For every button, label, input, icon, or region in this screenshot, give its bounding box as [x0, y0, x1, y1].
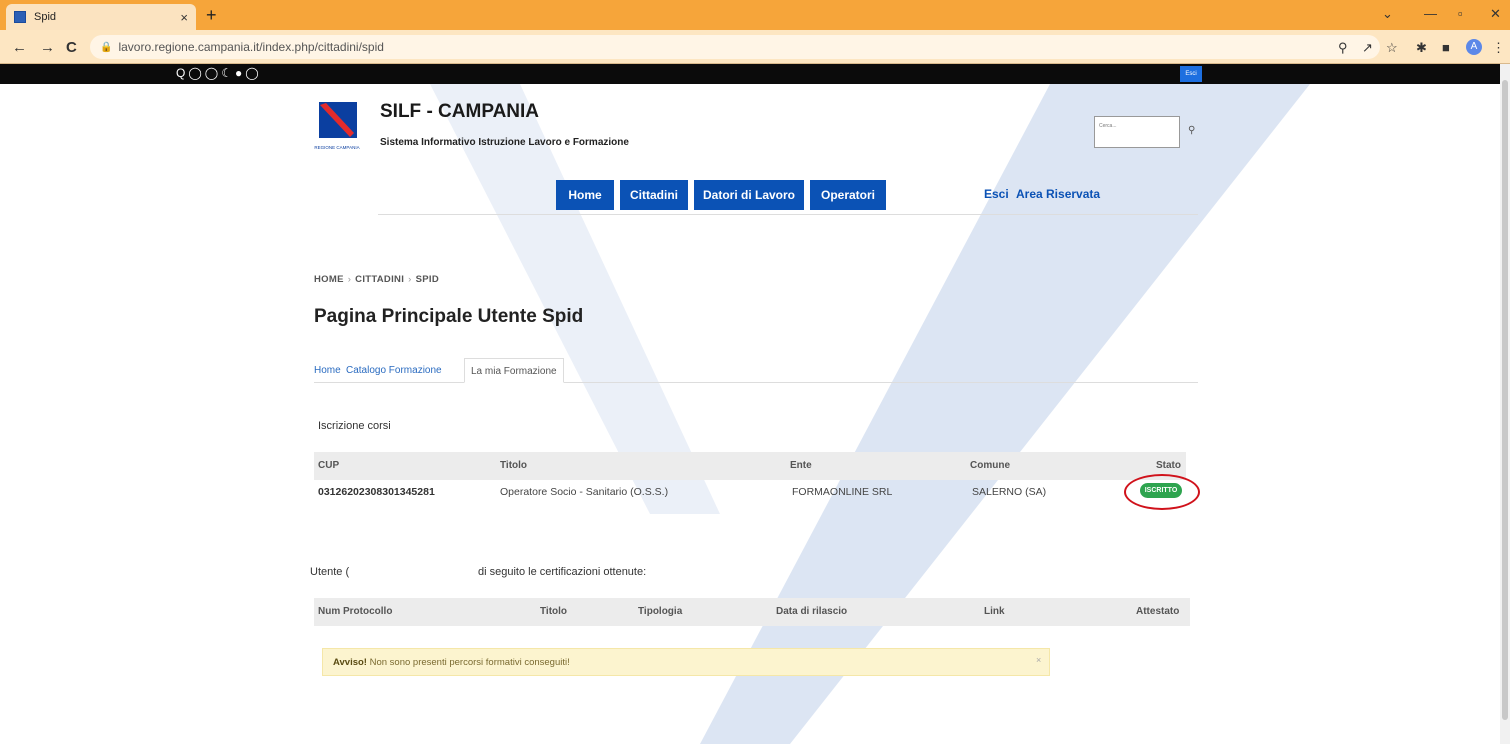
nav-home-button[interactable]: Home	[556, 180, 614, 210]
breadcrumb-cittadini[interactable]: CITTADINI	[355, 274, 404, 285]
share-icon[interactable]: ↗	[1362, 40, 1373, 56]
main-navigation: Home Cittadini Datori di Lavoro Operator…	[556, 180, 892, 210]
tab-search-icon[interactable]: ⌄	[1382, 6, 1393, 22]
column-header-link: Link	[984, 606, 1005, 617]
column-header-titolo: Titolo	[500, 460, 528, 471]
close-window-icon[interactable]: ✕	[1490, 6, 1501, 22]
minimize-icon[interactable]: —	[1424, 6, 1437, 21]
search-input[interactable]: Cerca...	[1094, 116, 1180, 148]
alert-title: Avviso!	[333, 657, 367, 668]
column-header-tipologia: Tipologia	[638, 606, 683, 617]
side-panel-icon[interactable]: ■	[1442, 40, 1450, 55]
breadcrumb: HOME › CITTADINI › SPID	[314, 274, 439, 285]
tab-catalogo-formazione[interactable]: Catalogo Formazione	[346, 358, 442, 383]
url-bar[interactable]: 🔒 lavoro.regione.campania.it/index.php/c…	[90, 35, 1380, 59]
accessibility-bar: Q◯◯☾●◯ Esci	[0, 64, 1500, 84]
breadcrumb-separator: ›	[408, 274, 412, 285]
column-header-comune: Comune	[970, 460, 1010, 471]
nav-divider	[378, 214, 1198, 215]
regione-campania-logo: REGIONE CAMPANIA	[314, 100, 360, 150]
favicon-icon	[14, 11, 26, 23]
breadcrumb-separator: ›	[347, 274, 352, 285]
tabs-divider	[314, 382, 1198, 383]
breadcrumb-home[interactable]: HOME	[314, 274, 344, 285]
maximize-icon[interactable]: ▫	[1458, 6, 1463, 21]
esci-link[interactable]: Esci	[984, 187, 1009, 201]
back-icon[interactable]: ←	[12, 39, 27, 56]
courses-section-title: Iscrizione corsi	[318, 420, 391, 432]
browser-toolbar: ← → C 🔒 lavoro.regione.campania.it/index…	[0, 30, 1510, 64]
browser-tab[interactable]: Spid ×	[6, 4, 196, 30]
certifications-intro-prefix: Utente (	[310, 566, 350, 578]
browser-tab-title: Spid	[34, 11, 57, 23]
empty-alert: Avviso! Non sono presenti percorsi forma…	[322, 648, 1050, 676]
zoom-icon[interactable]: ⚲	[1338, 40, 1348, 56]
course-ente: FORMAONLINE SRL	[792, 486, 893, 498]
course-cup: 03126202308301345281	[318, 486, 435, 498]
new-tab-icon[interactable]: +	[206, 5, 217, 26]
highlight-circle	[1124, 474, 1200, 510]
site-subtitle: Sistema Informativo Istruzione Lavoro e …	[380, 137, 629, 148]
nav-datori-button[interactable]: Datori di Lavoro	[694, 180, 804, 210]
forward-icon[interactable]: →	[40, 39, 55, 56]
area-riservata-link[interactable]: Area Riservata	[1016, 187, 1100, 201]
search-icon[interactable]: ⚲	[1188, 125, 1195, 136]
menu-icon[interactable]: ⋮	[1492, 40, 1505, 56]
certifications-table-header: Num Protocollo Titolo Tipologia Data di …	[314, 598, 1190, 626]
lock-icon: 🔒	[100, 41, 113, 53]
browser-tab-bar: Spid × + ⌄ — ▫ ✕	[0, 0, 1510, 30]
certifications-intro-suffix: di seguito le certificazioni ottenute:	[478, 566, 647, 578]
nav-cittadini-button[interactable]: Cittadini	[620, 180, 688, 210]
column-header-titolo: Titolo	[540, 606, 568, 617]
breadcrumb-spid: SPID	[415, 274, 439, 285]
accessibility-exit-button[interactable]: Esci	[1180, 66, 1202, 82]
column-header-attestato: Attestato	[1136, 606, 1180, 617]
url-text: lavoro.regione.campania.it/index.php/cit…	[118, 40, 384, 54]
page-title: Pagina Principale Utente Spid	[314, 306, 584, 327]
course-comune: SALERNO (SA)	[972, 486, 1047, 498]
tab-home[interactable]: Home	[314, 358, 341, 383]
alert-message: Non sono presenti percorsi formativi con…	[369, 657, 570, 668]
extensions-icon[interactable]: ✱	[1416, 40, 1427, 56]
site-title: SILF - CAMPANIA	[380, 101, 540, 122]
alert-close-icon[interactable]: ×	[1036, 655, 1041, 665]
tab-la-mia-formazione[interactable]: La mia Formazione	[464, 358, 564, 383]
column-header-num-protocollo: Num Protocollo	[318, 606, 393, 617]
accessibility-icons[interactable]: Q◯◯☾●◯	[176, 66, 262, 80]
reload-icon[interactable]: C	[66, 39, 77, 56]
courses-table-header: CUP Titolo Ente Comune Stato	[314, 452, 1186, 480]
column-header-data-rilascio: Data di rilascio	[776, 606, 848, 617]
nav-operatori-button[interactable]: Operatori	[810, 180, 886, 210]
column-header-stato: Stato	[1156, 460, 1181, 471]
bookmark-star-icon[interactable]: ☆	[1386, 40, 1398, 56]
column-header-cup: CUP	[318, 460, 340, 471]
course-titolo: Operatore Socio - Sanitario (O.S.S.)	[500, 486, 669, 498]
profile-avatar[interactable]: A	[1466, 39, 1482, 55]
column-header-ente: Ente	[790, 460, 812, 471]
tab-close-icon[interactable]: ×	[180, 10, 188, 25]
scrollbar-thumb[interactable]	[1502, 80, 1508, 720]
svg-text:REGIONE CAMPANIA: REGIONE CAMPANIA	[314, 145, 359, 150]
